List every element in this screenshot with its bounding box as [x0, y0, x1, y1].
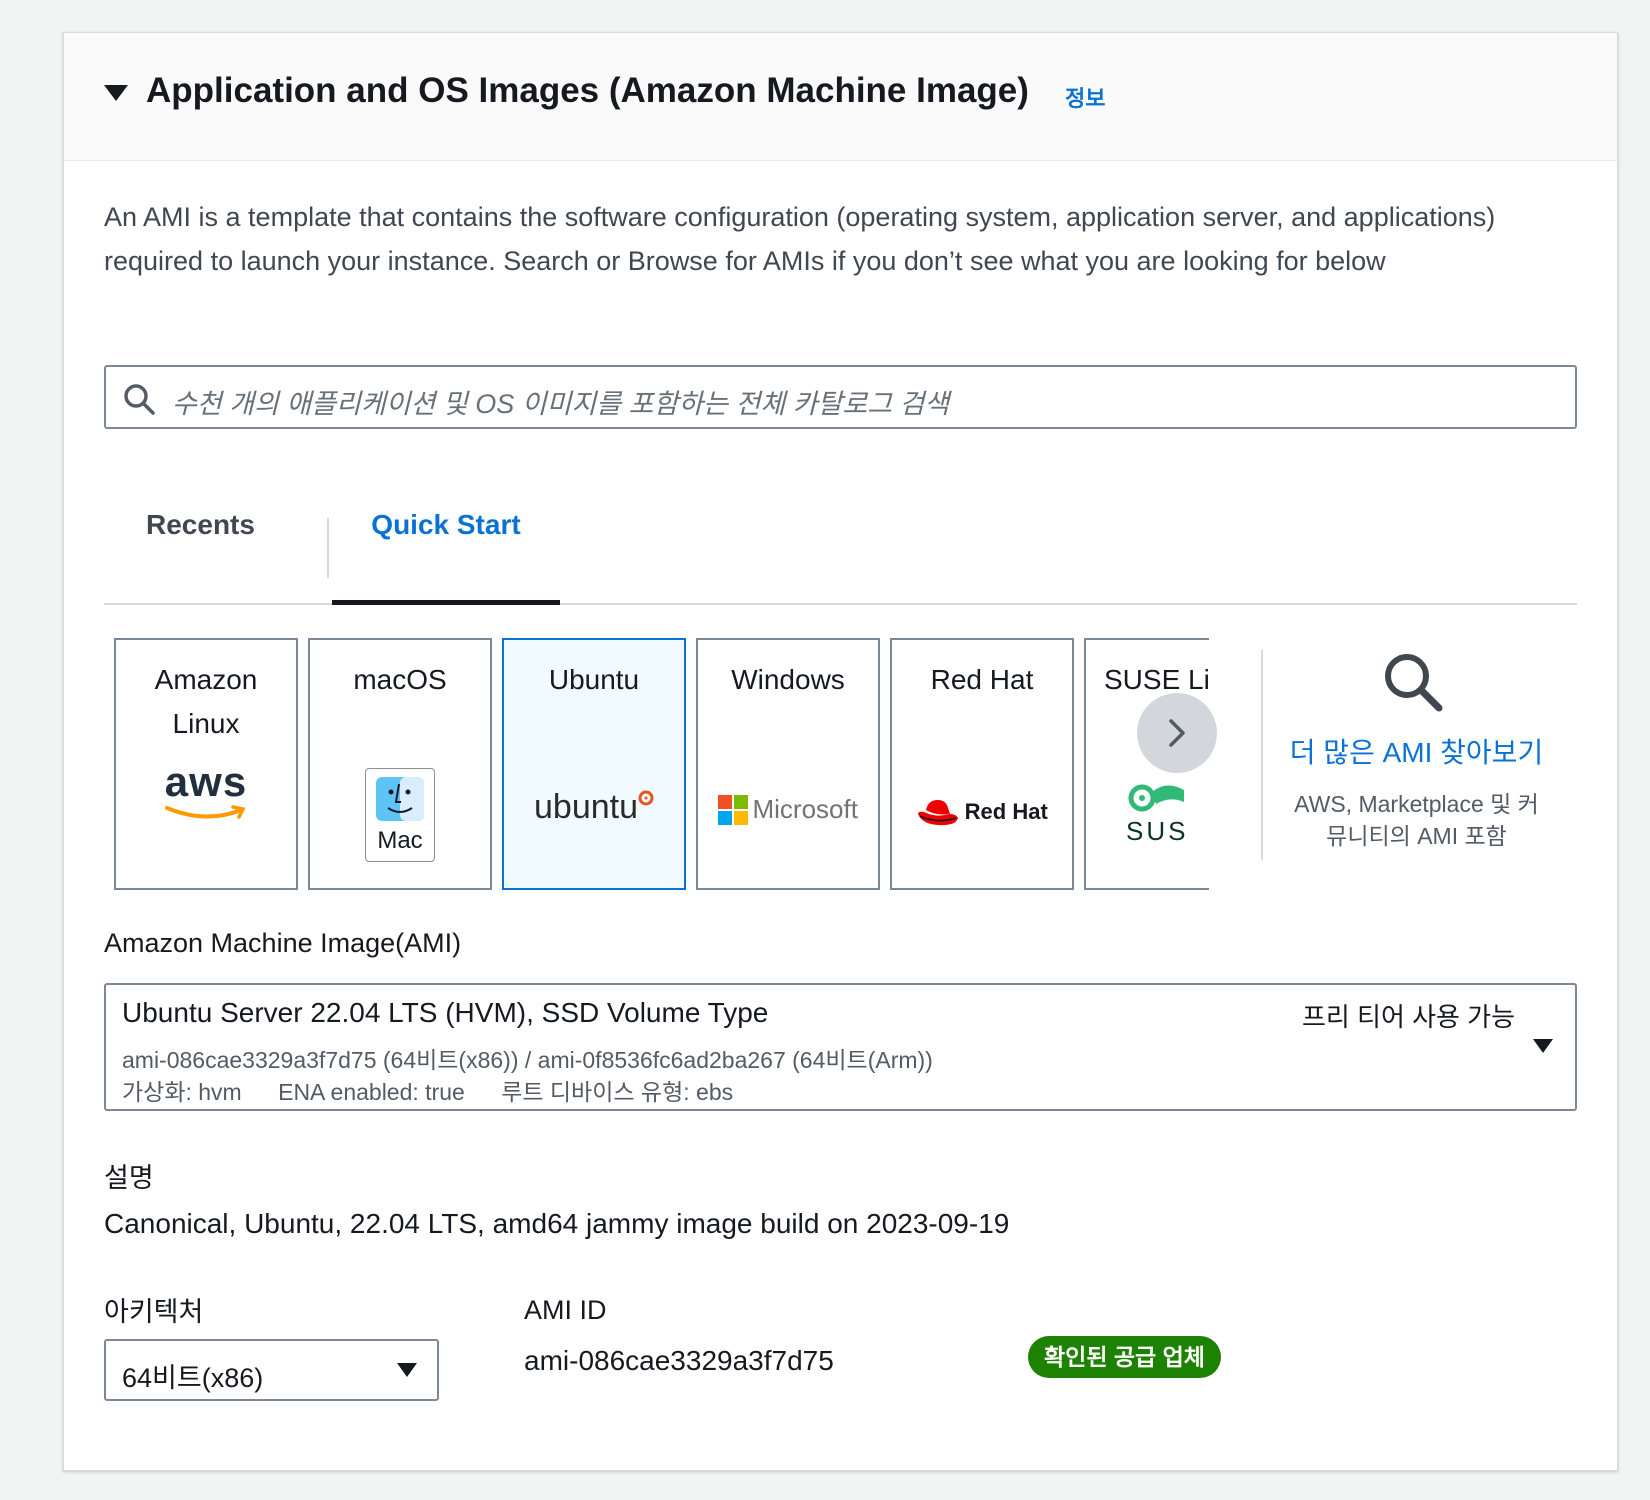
ami-select-label: Amazon Machine Image(AMI): [104, 928, 462, 958]
mac-finder-icon: Mac: [310, 768, 490, 862]
browse-divider: [1261, 650, 1263, 860]
active-tab-indicator: [332, 600, 560, 605]
ami-select[interactable]: Ubuntu Server 22.04 LTS (HVM), SSD Volum…: [104, 983, 1577, 1111]
search-input[interactable]: 수천 개의 애플리케이션 및 OS 이미지를 포함하는 전체 카탈로그 검색: [172, 382, 949, 421]
os-tile-carousel: Amazon Linux aws macOS Mac Ubuntu ubuntu…: [114, 638, 1209, 890]
architecture-value: 64비트(x86): [122, 1363, 264, 1393]
chevron-down-icon: [1533, 1039, 1553, 1053]
os-tile-label: Amazon Linux: [154, 664, 258, 739]
ami-id-value: ami-086cae3329a3f7d75: [524, 1345, 834, 1376]
os-tile-ubuntu[interactable]: Ubuntu ubuntu: [502, 638, 686, 890]
section-description: An AMI is a template that contains the s…: [104, 202, 1496, 276]
verified-provider-badge: 확인된 공급 업체: [1028, 1336, 1221, 1378]
os-tile-windows[interactable]: Windows Microsoft: [696, 638, 880, 890]
carousel-next-button[interactable]: [1137, 693, 1217, 773]
ami-id-label: AMI ID: [524, 1295, 607, 1325]
ami-panel: Application and OS Images (Amazon Machin…: [63, 32, 1618, 1471]
tab-recents[interactable]: Recents: [146, 495, 255, 555]
panel-header[interactable]: Application and OS Images (Amazon Machin…: [64, 33, 1617, 161]
aws-logo-icon: aws: [116, 760, 296, 822]
tab-quick-start[interactable]: Quick Start: [332, 495, 560, 555]
panel-title: Application and OS Images (Amazon Machin…: [146, 71, 1029, 110]
tab-divider: [327, 518, 329, 578]
redhat-logo-icon: Red Hat: [892, 796, 1072, 828]
os-tile-amazon-linux[interactable]: Amazon Linux aws: [114, 638, 298, 890]
ubuntu-logo-icon: ubuntu: [504, 788, 684, 827]
catalog-search[interactable]: 수천 개의 애플리케이션 및 OS 이미지를 포함하는 전체 카탈로그 검색: [104, 365, 1577, 429]
os-tile-label: Red Hat: [930, 664, 1034, 695]
ami-name: Ubuntu Server 22.04 LTS (HVM), SSD Volum…: [122, 997, 769, 1028]
info-link[interactable]: 정보: [1065, 81, 1105, 113]
os-tile-label: Ubuntu: [548, 664, 640, 695]
os-tile-label: macOS: [353, 664, 447, 695]
architecture-label: 아키텍처: [104, 1297, 204, 1327]
architecture-select[interactable]: 64비트(x86): [104, 1339, 439, 1401]
ami-meta: 가상화: hvm ENA enabled: true 루트 디바이스 유형: e…: [122, 1073, 763, 1107]
ami-ena: ENA enabled: true: [278, 1079, 465, 1105]
browse-more-amis-link[interactable]: 더 많은 AMI 찾아보기: [1274, 731, 1559, 771]
search-icon: [124, 384, 155, 415]
ami-tabs: Recents Quick Start: [104, 485, 1577, 605]
description-value: Canonical, Ubuntu, 22.04 LTS, amd64 jamm…: [104, 1208, 1010, 1239]
browse-more-amis-subtext: AWS, Marketplace 및 커뮤니티의 AMI 포함: [1294, 791, 1539, 849]
description-label: 설명: [104, 1163, 154, 1193]
ami-ids: ami-086cae3329a3f7d75 (64비트(x86)) / ami-…: [122, 1047, 933, 1073]
collapse-caret-icon[interactable]: [104, 85, 128, 101]
ami-root-device: 루트 디바이스 유형: ebs: [501, 1079, 734, 1105]
ami-virtualization: 가상화: hvm: [122, 1079, 242, 1105]
suse-logo-icon: SUS: [1126, 776, 1188, 847]
os-tile-red-hat[interactable]: Red Hat Red Hat: [890, 638, 1074, 890]
microsoft-logo-icon: Microsoft: [698, 794, 878, 825]
chevron-down-icon: [397, 1363, 417, 1377]
os-tile-macos[interactable]: macOS Mac: [308, 638, 492, 890]
browse-search-icon: [1385, 654, 1443, 712]
free-tier-label: 프리 티어 사용 가능: [1301, 1002, 1515, 1032]
os-tile-label: Windows: [731, 664, 845, 695]
chevron-right-icon: [1169, 719, 1185, 747]
